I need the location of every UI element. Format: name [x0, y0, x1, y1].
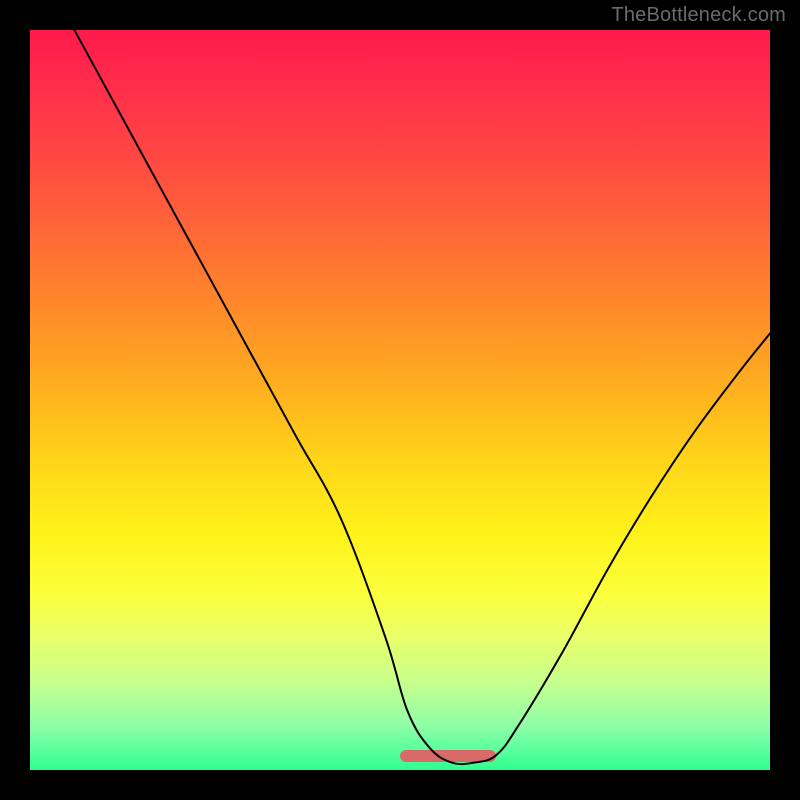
watermark-text: TheBottleneck.com: [611, 4, 786, 27]
plot-area: [30, 30, 770, 770]
bottleneck-curve: [74, 30, 770, 764]
curve-svg: [30, 30, 770, 770]
chart-frame: TheBottleneck.com: [0, 0, 800, 800]
